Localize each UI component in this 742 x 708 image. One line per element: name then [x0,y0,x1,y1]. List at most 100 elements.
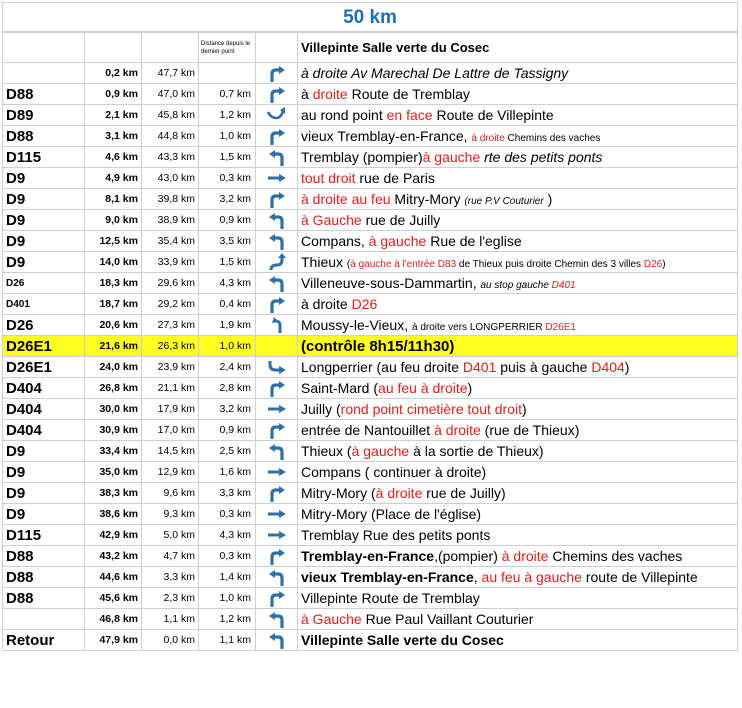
instruction: Villepinte Route de Tremblay [297,587,738,609]
segment-distance: 0,3 km [198,167,256,189]
segment-distance: 0,3 km [198,545,256,567]
instruction-part: Route de Tremblay [361,590,480,606]
header-remaining-cell [141,32,199,63]
instruction-part: Villeneuve-sous-Dammartin, [301,275,481,291]
remaining-distance: 45,8 km [141,104,199,126]
turn-right-arrow-icon [257,85,297,103]
turn-left-arrow-icon [257,442,297,460]
remaining-distance: 38,9 km [141,209,199,231]
road-number: D26 [2,314,85,336]
remaining-distance: 39,8 km [141,188,199,210]
cumulative-distance: 9,0 km [84,209,142,231]
segment-distance: 0,4 km [198,293,256,315]
cumulative-distance: 12,5 km [84,230,142,252]
instruction-part: Rue Paul Vaillant Couturier [361,611,534,627]
instruction-part: à droite [301,296,352,312]
direction-cell [255,230,298,252]
segment-distance: 0,9 km [198,209,256,231]
turn-right-arrow-icon [257,295,297,313]
instruction-part: Juilly ( [301,401,341,417]
instruction-part: entrée de Nantouillet [301,422,435,438]
road-number [2,608,85,630]
remaining-distance: 17,0 km [141,419,199,441]
direction-cell [255,125,298,147]
cumulative-distance: 43,2 km [84,545,142,567]
left-then-right-arrow-icon [257,253,297,271]
road-number: D9 [2,440,85,462]
instruction-part: Chemins des vaches [504,133,601,144]
remaining-distance: 1,1 km [141,608,199,630]
remaining-distance: 23,9 km [141,356,199,378]
road-number: D9 [2,503,85,525]
instruction: vieux Tremblay-en-France, au feu à gauch… [297,566,738,588]
road-number: D88 [2,587,85,609]
segment-distance: 0,3 km [198,503,256,525]
instruction-part: route de Villepinte [581,569,698,585]
direction-cell [255,251,298,273]
instruction-part: Tremblay Rue des petits ponts [301,527,491,543]
instruction-part: Chemins des vaches [548,548,683,564]
remaining-distance: 27,3 km [141,314,199,336]
remaining-distance: 2,3 km [141,587,199,609]
segment-distance: 2,5 km [198,440,256,462]
instruction: à Gauche rue de Juilly [297,209,738,231]
instruction-part: Tremblay (pompier) [301,149,423,165]
cumulative-distance: 45,6 km [84,587,142,609]
instruction-part: ) [543,191,553,207]
route-step-row: D26E1 24,0 km 23,9 km 2,4 km Longperrier (au… [2,356,738,378]
instruction-part: Compans, [301,233,369,249]
instruction: (contrôle 8h15/11h30) [297,335,738,357]
cumulative-distance: 0,9 km [84,83,142,105]
turn-left-arrow-icon [257,148,297,166]
direction-cell [255,398,298,420]
road-number: D404 [2,377,85,399]
remaining-distance: 43,3 km [141,146,199,168]
remaining-distance: 29,6 km [141,272,199,294]
segment-distance: 1,0 km [198,587,256,609]
instruction-part: au rond point [301,107,387,123]
remaining-distance: 29,2 km [141,293,199,315]
route-step-row: D9 38,3 km 9,6 km 3,3 km Mitry-Mory (à droit… [2,482,738,504]
direction-cell [255,629,298,651]
road-number: D9 [2,461,85,483]
instruction-part: à gauche [422,149,481,165]
direction-cell [255,272,298,294]
instruction: Tremblay Rue des petits ponts [297,524,738,546]
road-number: Retour [2,629,85,651]
roundabout-straight-arrow-icon [257,106,297,124]
instruction: Thieux (à gauche à la sortie de Thieux) [297,440,738,462]
instruction-part: Compans ( continuer à droite) [301,464,487,480]
route-step-row: D9 14,0 km 33,9 km 1,5 km Thieux (à gauche à… [2,251,738,273]
instruction: à droite Av Marechal De Lattre de Tassig… [297,62,738,84]
remaining-distance: 14,5 km [141,440,199,462]
road-number: D401 [2,293,85,315]
right-then-left-arrow-icon [257,358,297,376]
instruction: vieux Tremblay-en-France, à droite Chemi… [297,125,738,147]
route-step-row: D89 2,1 km 45,8 km 1,2 km au rond point en f… [2,104,738,126]
instruction-part: à la sortie de Thieux) [409,443,544,459]
instruction-part: Thieux [301,254,347,270]
cumulative-distance: 3,1 km [84,125,142,147]
route-step-row: D9 9,0 km 38,9 km 0,9 km à Gauche rue de Jui… [2,209,738,231]
turn-right-arrow-icon [257,64,297,82]
cumulative-distance: 35,0 km [84,461,142,483]
segment-distance: 1,0 km [198,335,256,357]
remaining-distance: 0,0 km [141,629,199,651]
instruction: Tremblay (pompier)à gauche rte des petit… [297,146,738,168]
road-number [2,62,85,84]
instruction-part: D401 [551,280,576,291]
instruction-part: à [301,86,313,102]
instruction-part: rue de Juilly) [422,485,506,501]
instruction: Villeneuve-sous-Dammartin, au stop gauch… [297,272,738,294]
instruction-part: Route de Tremblay [347,86,470,102]
direction-cell [255,419,298,441]
remaining-distance: 43,0 km [141,167,199,189]
segment-distance: 1,5 km [198,146,256,168]
route-step-row: D88 0,9 km 47,0 km 0,7 km à droite Route de … [2,83,738,105]
remaining-distance: 47,7 km [141,62,199,84]
straight-arrow-icon [257,526,297,544]
road-number: D26E1 [2,335,85,357]
instruction-part: rue de Paris [355,170,435,186]
route-step-row: D401 18,7 km 29,2 km 0,4 km à droite D26 [2,293,738,315]
turn-left-arrow-icon [257,211,297,229]
